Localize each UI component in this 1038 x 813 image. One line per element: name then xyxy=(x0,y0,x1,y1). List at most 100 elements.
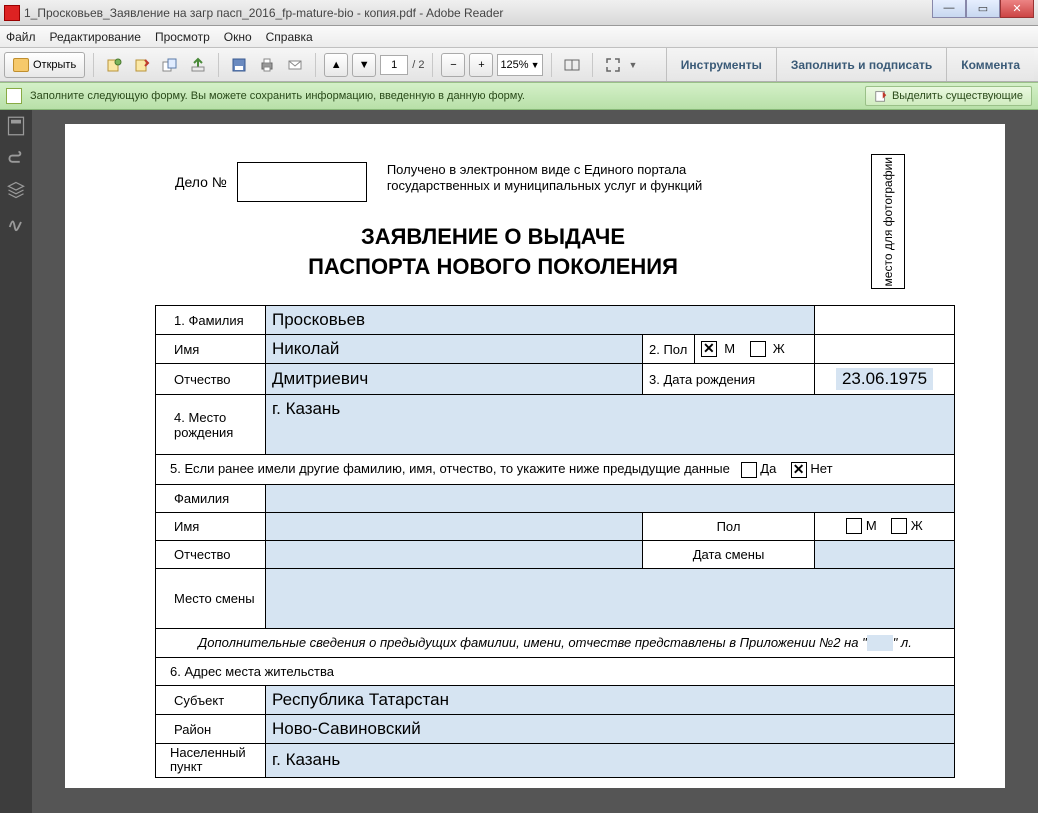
label-prev-place: Место смены xyxy=(156,568,266,628)
value-birthplace[interactable]: г. Казань xyxy=(266,395,955,455)
chevron-down-icon[interactable]: ▼ xyxy=(629,60,638,70)
fill-sign-tab[interactable]: Заполнить и подписать xyxy=(776,48,946,81)
chevron-down-icon: ▼ xyxy=(531,60,540,70)
window-title: 1_Просковьев_Заявление на загр пасп_2016… xyxy=(24,6,932,20)
address-header: 6. Адрес места жительства xyxy=(156,658,955,686)
checkbox-yes[interactable] xyxy=(741,462,757,478)
label-prev-surname: Фамилия xyxy=(156,484,266,512)
value-prev-name[interactable] xyxy=(266,512,643,540)
menu-edit[interactable]: Редактирование xyxy=(50,30,141,44)
attachments-icon[interactable] xyxy=(6,148,26,168)
value-dob-cell[interactable]: 23.06.1975 xyxy=(815,364,955,395)
value-subject[interactable]: Республика Татарстан xyxy=(266,686,955,715)
separator xyxy=(551,53,552,77)
label-sex: 2. Пол xyxy=(643,335,695,364)
value-patronymic[interactable]: Дмитриевич xyxy=(266,364,643,395)
separator xyxy=(432,53,433,77)
create-pdf-icon[interactable] xyxy=(102,53,126,77)
label-prev-patr: Отчество xyxy=(156,540,266,568)
document-area[interactable]: Дело № Получено в электронном виде с Еди… xyxy=(32,110,1038,813)
portal-text: Получено в электронном виде с Единого по… xyxy=(387,162,702,195)
read-mode-icon[interactable] xyxy=(560,53,584,77)
value-prev-place[interactable] xyxy=(266,568,955,628)
delo-label: Дело № xyxy=(175,174,227,190)
value-surname[interactable]: Просковьев xyxy=(266,306,815,335)
maximize-button[interactable]: ▭ xyxy=(966,0,1000,18)
layers-icon[interactable] xyxy=(6,180,26,200)
value-prev-patr[interactable] xyxy=(266,540,643,568)
menu-view[interactable]: Просмотр xyxy=(155,30,210,44)
checkbox-no[interactable] xyxy=(791,462,807,478)
separator xyxy=(592,53,593,77)
label-district: Район xyxy=(156,715,266,744)
export-pdf-icon[interactable] xyxy=(130,53,154,77)
tools-tab[interactable]: Инструменты xyxy=(666,48,776,81)
checkbox-female[interactable] xyxy=(750,341,766,357)
label-prev-sex: Пол xyxy=(643,512,815,540)
minimize-button[interactable]: — xyxy=(932,0,966,18)
open-button[interactable]: Открыть xyxy=(4,52,85,78)
email-icon[interactable] xyxy=(283,53,307,77)
sheets-input[interactable] xyxy=(867,635,893,651)
titlebar: 1_Просковьев_Заявление на загр пасп_2016… xyxy=(0,0,1038,26)
fit-window-icon[interactable] xyxy=(601,53,625,77)
value-name[interactable]: Николай xyxy=(266,335,643,364)
workspace: Дело № Получено в электронном виде с Еди… xyxy=(0,110,1038,813)
case-number-field: Дело № xyxy=(175,162,367,202)
open-label: Открыть xyxy=(33,59,76,71)
label-name: Имя xyxy=(156,335,266,364)
convert-icon[interactable] xyxy=(158,53,182,77)
right-panel-tabs: Инструменты Заполнить и подписать Коммен… xyxy=(666,48,1034,81)
value-prev-date[interactable] xyxy=(815,540,955,568)
folder-icon xyxy=(13,58,29,72)
page-number-input[interactable] xyxy=(380,55,408,75)
signatures-icon[interactable] xyxy=(6,212,26,232)
zoom-out-icon[interactable]: − xyxy=(441,53,465,77)
nav-sidebar xyxy=(0,110,32,813)
info-text: Заполните следующую форму. Вы можете сох… xyxy=(30,90,525,102)
value-district[interactable]: Ново-Савиновский xyxy=(266,715,955,744)
page-up-icon[interactable]: ▲ xyxy=(324,53,348,77)
label-surname: 1. Фамилия xyxy=(156,306,266,335)
value-dob: 23.06.1975 xyxy=(836,368,933,390)
form-icon xyxy=(6,88,22,104)
menu-window[interactable]: Окно xyxy=(224,30,252,44)
print-icon[interactable] xyxy=(255,53,279,77)
appendix-note: Дополнительные сведения о предыдущих фам… xyxy=(156,628,955,658)
toolbar: Открыть ▲ ▼ / 2 − + 125% ▼ ▼ Инструменты… xyxy=(0,48,1038,82)
separator xyxy=(315,53,316,77)
checkbox-prev-male[interactable] xyxy=(846,518,862,534)
delo-input-box[interactable] xyxy=(237,162,367,202)
form-info-bar: Заполните следующую форму. Вы можете сох… xyxy=(0,82,1038,110)
checkbox-male[interactable] xyxy=(701,341,717,357)
thumbnails-icon[interactable] xyxy=(6,116,26,136)
separator xyxy=(93,53,94,77)
form-table: 1. Фамилия Просковьев Имя Николай 2. Пол… xyxy=(155,305,955,778)
menu-help[interactable]: Справка xyxy=(266,30,313,44)
label-birthplace: 4. Место рождения xyxy=(156,395,266,455)
page-down-icon[interactable]: ▼ xyxy=(352,53,376,77)
zoom-select[interactable]: 125% ▼ xyxy=(497,54,542,76)
form-title: ЗАЯВЛЕНИЕ О ВЫДАЧЕ ПАСПОРТА НОВОГО ПОКОЛ… xyxy=(115,222,871,281)
label-locality: Населенный пункт xyxy=(156,744,266,778)
zoom-in-icon[interactable]: + xyxy=(469,53,493,77)
menu-file[interactable]: Файл xyxy=(6,30,36,44)
photo-placeholder[interactable]: место для фотографии xyxy=(871,154,905,289)
checkbox-prev-female[interactable] xyxy=(891,518,907,534)
empty-cell xyxy=(815,335,955,364)
label-subject: Субъект xyxy=(156,686,266,715)
save-icon[interactable] xyxy=(227,53,251,77)
highlight-label: Выделить существующие xyxy=(892,90,1023,102)
comment-tab[interactable]: Коммента xyxy=(946,48,1034,81)
value-locality[interactable]: г. Казань xyxy=(266,744,955,778)
close-button[interactable]: ✕ xyxy=(1000,0,1034,18)
label-patronymic: Отчество xyxy=(156,364,266,395)
former-names-question: 5. Если ранее имели другие фамилию, имя,… xyxy=(156,455,955,485)
highlight-fields-button[interactable]: Выделить существующие xyxy=(865,86,1032,106)
share-icon[interactable] xyxy=(186,53,210,77)
menubar: Файл Редактирование Просмотр Окно Справк… xyxy=(0,26,1038,48)
value-prev-surname[interactable] xyxy=(266,484,955,512)
window-controls: — ▭ ✕ xyxy=(932,0,1034,25)
separator xyxy=(218,53,219,77)
empty-cell xyxy=(815,306,955,335)
